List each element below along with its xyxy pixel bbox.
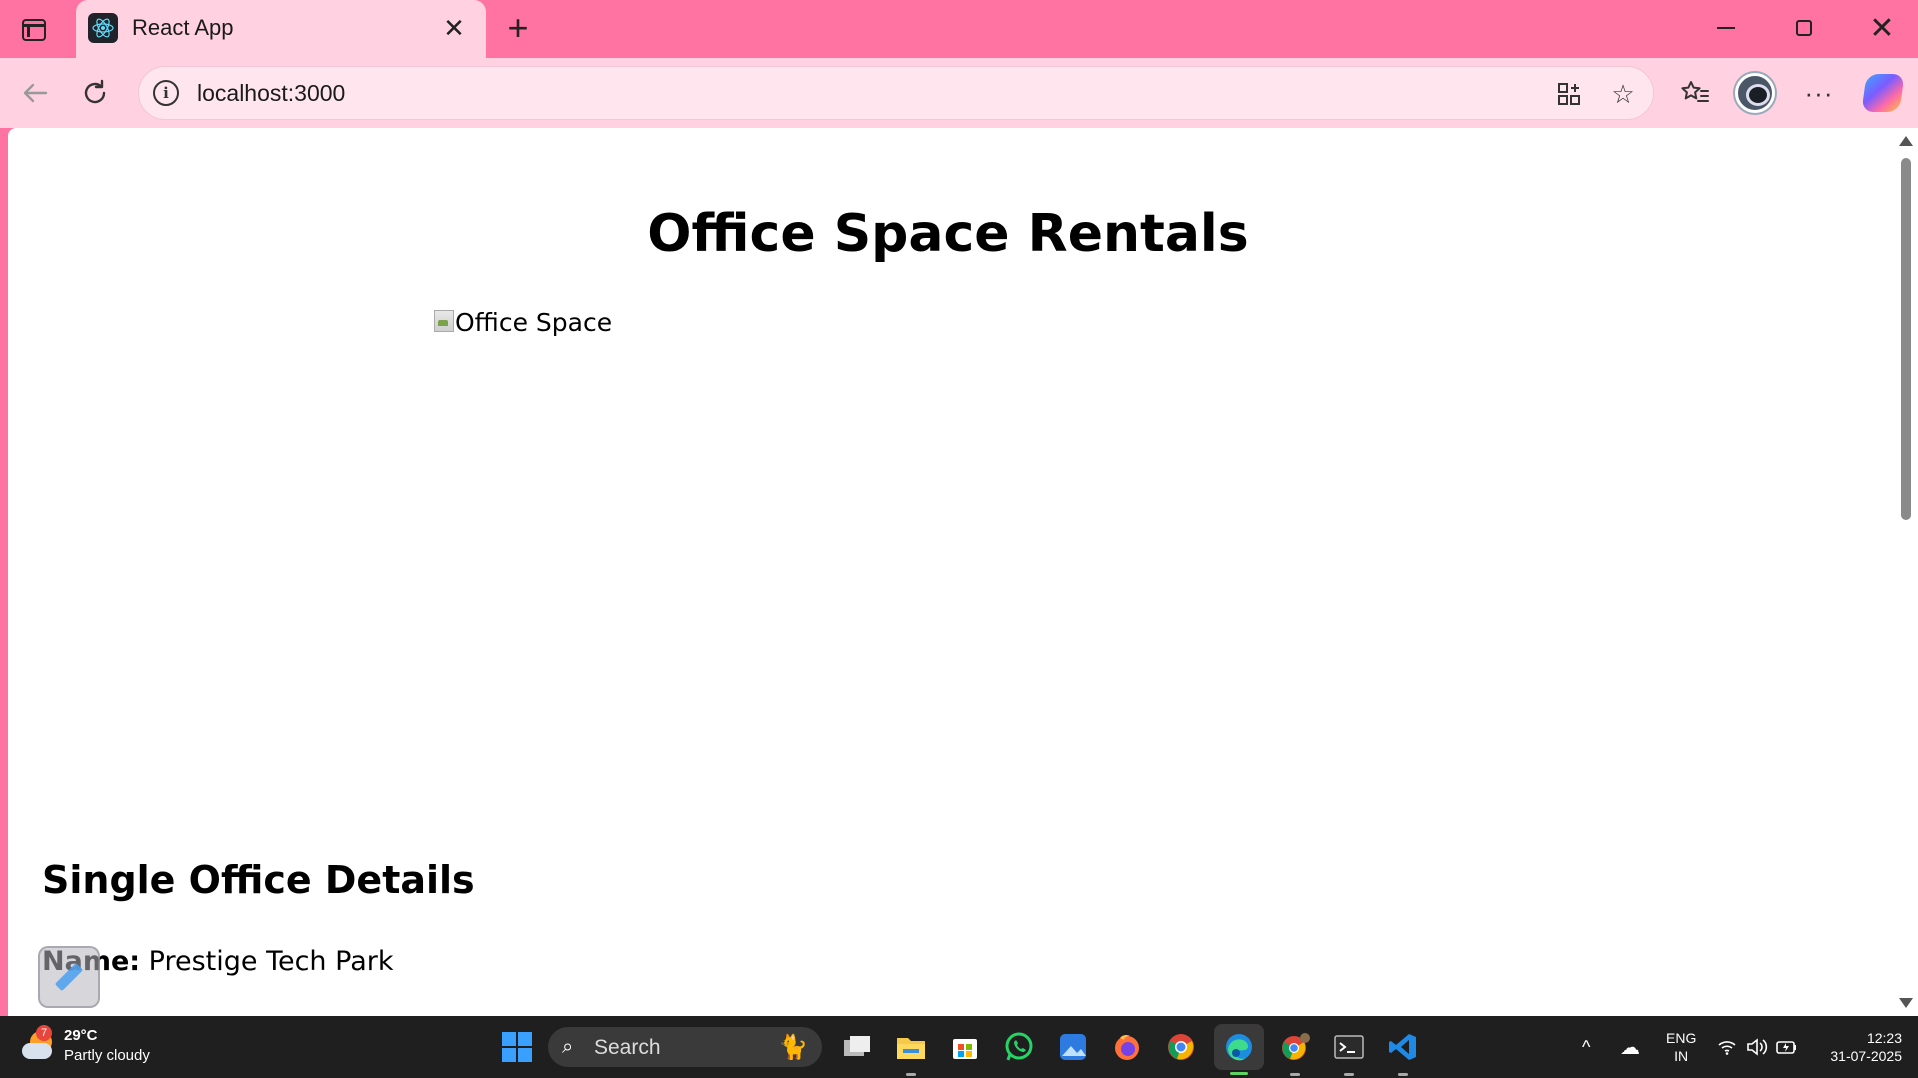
office-image-broken: Office Space <box>434 308 612 337</box>
input-language-indicator[interactable]: ENG IN <box>1666 1016 1696 1078</box>
onedrive-icon[interactable]: ☁ <box>1620 1016 1640 1078</box>
tab-title: React App <box>132 15 234 40</box>
browser-titlebar: React App ✕ + ✕ <box>0 0 1918 58</box>
chrome-profile-icon[interactable] <box>1276 1028 1314 1076</box>
office-name-value: Prestige Tech Park <box>148 946 394 977</box>
weather-badge: 7 <box>36 1025 52 1041</box>
favorite-star-icon[interactable]: ☆ <box>1607 78 1639 110</box>
react-logo-icon <box>88 13 118 43</box>
sidebar-icon <box>22 19 46 41</box>
vertical-scrollbar[interactable] <box>1894 128 1918 1016</box>
windows-taskbar: 7 29°C Partly cloudy ⌕ Search 🐈 ^ ☁ ENG … <box>0 1016 1918 1078</box>
profile-avatar-button[interactable] <box>1732 70 1778 116</box>
wifi-icon[interactable] <box>1718 1016 1736 1078</box>
firefox-icon[interactable] <box>1108 1028 1146 1066</box>
copilot-icon <box>1861 74 1905 112</box>
close-tab-icon[interactable]: ✕ <box>438 12 470 44</box>
search-highlight-icon: 🐈 <box>778 1034 808 1061</box>
language-code: ENG <box>1666 1030 1697 1046</box>
terminal-icon[interactable] <box>1330 1028 1368 1076</box>
scroll-down-icon[interactable] <box>1899 998 1913 1008</box>
url-text[interactable]: localhost:3000 <box>197 80 345 107</box>
scroll-up-icon[interactable] <box>1899 136 1913 146</box>
chrome-icon[interactable] <box>1162 1028 1200 1066</box>
section-title: Single Office Details <box>42 858 475 902</box>
show-hidden-icons-icon[interactable]: ^ <box>1582 1016 1590 1078</box>
region-code: IN <box>1674 1048 1689 1064</box>
clock-time: 12:23 <box>1866 1030 1902 1046</box>
broken-image-icon <box>434 310 454 332</box>
avatar <box>1735 73 1775 113</box>
edge-icon[interactable] <box>1214 1024 1264 1075</box>
volume-icon[interactable] <box>1746 1016 1768 1078</box>
page-viewport: Office Space Rentals Office Space Single… <box>8 128 1918 1016</box>
floating-edit-icon[interactable] <box>38 946 100 1008</box>
battery-charging-icon[interactable] <box>1776 1016 1798 1078</box>
minimize-icon <box>1717 27 1735 29</box>
browser-toolbar: i localhost:3000 ☆ ··· <box>0 58 1918 128</box>
more-options-icon[interactable]: ··· <box>1796 70 1842 116</box>
minimize-button[interactable] <box>1698 8 1754 48</box>
sidebar-toggle-button[interactable] <box>14 10 54 50</box>
back-button[interactable] <box>12 70 58 116</box>
microsoft-store-icon[interactable] <box>946 1028 984 1066</box>
reload-icon <box>84 79 106 104</box>
weather-temperature: 29°C <box>64 1027 98 1044</box>
weather-description: Partly cloudy <box>64 1047 150 1064</box>
clock-date: 31-07-2025 <box>1830 1048 1902 1064</box>
site-info-icon[interactable]: i <box>153 80 179 106</box>
restore-icon <box>1796 20 1812 36</box>
new-tab-button[interactable]: + <box>498 7 538 48</box>
system-clock[interactable]: 12:23 31-07-2025 <box>1816 1016 1902 1078</box>
file-explorer-icon[interactable] <box>892 1028 930 1076</box>
office-image-alt-text: Office Space <box>455 308 613 337</box>
photos-icon[interactable] <box>1054 1028 1092 1066</box>
address-bar[interactable]: i localhost:3000 ☆ <box>138 66 1654 120</box>
favorites-icon[interactable] <box>1672 70 1718 116</box>
search-icon: ⌕ <box>562 1036 574 1058</box>
arrow-left-icon <box>23 83 48 103</box>
taskbar-search[interactable]: ⌕ Search 🐈 <box>548 1027 822 1067</box>
whatsapp-icon[interactable] <box>1000 1028 1038 1066</box>
close-window-button[interactable]: ✕ <box>1854 8 1910 48</box>
copilot-button[interactable] <box>1860 70 1906 116</box>
restore-button[interactable] <box>1776 8 1832 48</box>
search-placeholder: Search <box>594 1036 661 1059</box>
windows-start-icon[interactable] <box>502 1032 532 1062</box>
partly-cloudy-icon: 7 <box>22 1025 56 1061</box>
task-view-icon[interactable] <box>838 1028 876 1066</box>
vscode-icon[interactable] <box>1384 1028 1422 1076</box>
app-available-icon[interactable] <box>1553 78 1585 110</box>
reload-button[interactable] <box>72 70 118 116</box>
tab-react-app[interactable]: React App ✕ <box>76 0 486 58</box>
page-title: Office Space Rentals <box>647 204 1249 264</box>
scroll-thumb[interactable] <box>1901 158 1911 520</box>
weather-widget[interactable]: 7 29°C Partly cloudy <box>22 1025 150 1066</box>
